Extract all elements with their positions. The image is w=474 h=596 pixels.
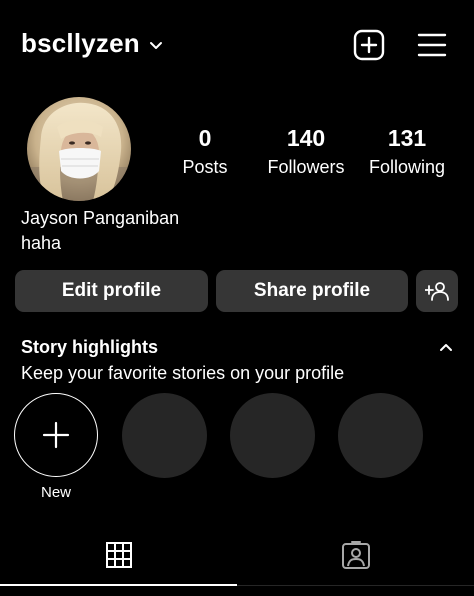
profile-screen: bscllyzen 0 Posts 140 Followers 131 Foll… (0, 0, 474, 596)
following-stat[interactable]: 131 Following (362, 124, 452, 179)
share-profile-button[interactable]: Share profile (216, 270, 408, 312)
posts-count: 0 (198, 125, 212, 151)
followers-label: Followers (267, 157, 345, 177)
highlight-placeholder (230, 393, 315, 478)
edit-profile-button[interactable]: Edit profile (15, 270, 208, 312)
profile-header: bscllyzen (0, 0, 474, 90)
bio-text: haha (21, 233, 62, 253)
chevron-down-icon (149, 41, 162, 49)
followers-count: 140 (286, 125, 326, 151)
active-tab-indicator (0, 584, 237, 586)
story-highlights-title: Story highlights (21, 337, 158, 357)
tab-divider (237, 585, 474, 586)
highlights-collapse-button[interactable] (436, 338, 456, 356)
grid-icon (105, 542, 132, 568)
new-highlight-label: New (40, 484, 71, 501)
tagged-person-icon (341, 541, 370, 569)
profile-photo (27, 97, 131, 201)
following-label: Following (368, 157, 446, 177)
story-highlights-subtitle: Keep your favorite stories on your profi… (21, 363, 345, 383)
plus-icon (42, 421, 70, 449)
highlight-placeholder (338, 393, 423, 478)
display-name: Jayson Panganiban (21, 208, 180, 228)
followers-stat[interactable]: 140 Followers (260, 124, 352, 179)
following-count: 131 (387, 125, 427, 151)
username: bscllyzen (21, 28, 140, 58)
posts-label: Posts (182, 157, 228, 177)
chevron-up-icon (440, 344, 452, 351)
add-person-icon (425, 282, 449, 301)
hamburger-menu-icon (417, 33, 447, 57)
tab-posts-grid[interactable] (0, 535, 237, 575)
avatar[interactable] (27, 97, 131, 201)
account-switcher[interactable]: bscllyzen (21, 28, 163, 59)
new-post-button[interactable] (352, 28, 386, 62)
highlight-placeholder (122, 393, 207, 478)
posts-stat[interactable]: 0 Posts (172, 124, 238, 179)
plus-square-icon (353, 29, 385, 61)
tab-tagged[interactable] (237, 535, 474, 575)
discover-people-button[interactable] (416, 270, 458, 312)
share-profile-label: Share profile (253, 280, 371, 301)
new-highlight-button[interactable] (14, 393, 98, 477)
edit-profile-label: Edit profile (61, 280, 162, 301)
menu-button[interactable] (415, 28, 449, 62)
